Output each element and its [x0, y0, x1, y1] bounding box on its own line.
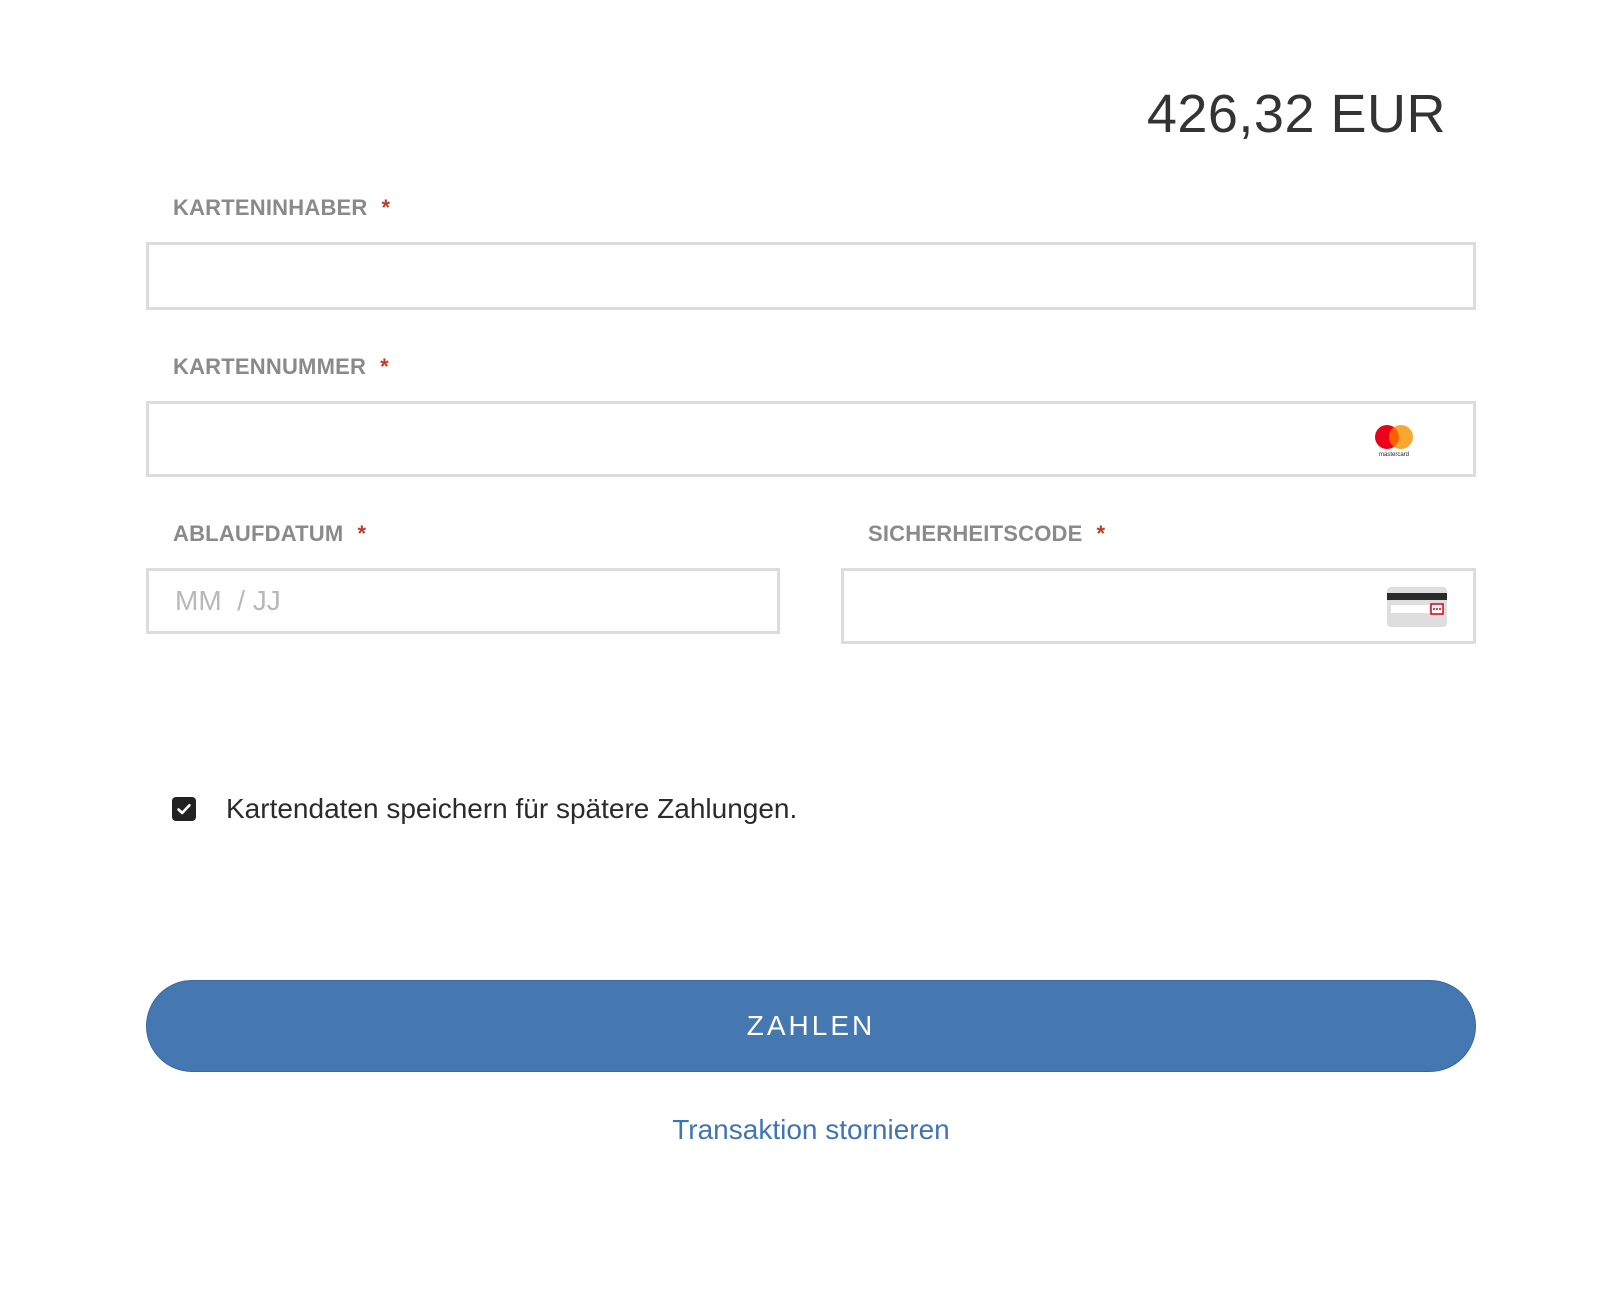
security-code-input[interactable] — [844, 571, 1473, 641]
security-code-label: SICHERHEITSCODE * — [868, 521, 1105, 547]
card-number-input[interactable] — [149, 404, 1473, 474]
required-asterisk: * — [380, 354, 389, 379]
card-back-cvc-icon — [1387, 587, 1447, 627]
pay-button[interactable]: ZAHLEN — [146, 980, 1476, 1072]
mastercard-wordmark: mastercard — [1379, 452, 1409, 458]
checkmark-icon — [177, 803, 191, 815]
required-asterisk: * — [1096, 521, 1106, 546]
cardholder-field[interactable] — [146, 242, 1476, 310]
card-number-field[interactable]: mastercard — [146, 401, 1476, 477]
required-asterisk: * — [381, 195, 391, 220]
cancel-transaction-link: Transaktion stornieren — [0, 1114, 1622, 1146]
expiry-input[interactable] — [149, 571, 777, 631]
save-card-label[interactable]: Kartendaten speichern für spätere Zahlun… — [226, 793, 797, 825]
card-number-label-text: KARTENNUMMER — [173, 354, 367, 379]
mastercard-logo-icon: mastercard — [1375, 425, 1413, 458]
cardholder-label-text: KARTENINHABER — [173, 195, 368, 220]
required-asterisk: * — [357, 521, 367, 546]
save-card-row: Kartendaten speichern für spätere Zahlun… — [172, 792, 797, 826]
expiry-field[interactable] — [146, 568, 780, 634]
cancel-transaction-link-text[interactable]: Transaktion stornieren — [672, 1114, 950, 1145]
expiry-label: ABLAUFDATUM * — [173, 521, 366, 547]
card-number-label: KARTENNUMMER * — [173, 354, 389, 380]
security-code-field[interactable] — [841, 568, 1476, 644]
save-card-checkbox[interactable] — [172, 797, 196, 821]
security-code-label-text: SICHERHEITSCODE — [868, 521, 1083, 546]
expiry-label-text: ABLAUFDATUM — [173, 521, 344, 546]
payment-amount: 426,32 EUR — [1146, 84, 1446, 144]
cardholder-input[interactable] — [149, 245, 1473, 307]
cardholder-label: KARTENINHABER * — [173, 195, 390, 221]
